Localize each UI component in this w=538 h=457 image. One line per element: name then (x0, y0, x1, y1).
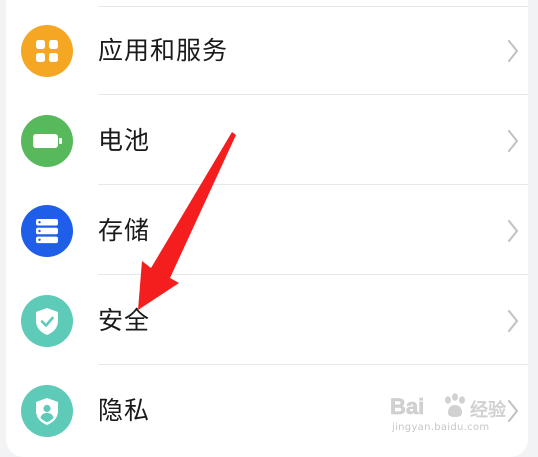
settings-item-label: 安全 (98, 306, 151, 335)
settings-item-security[interactable]: 安全 (6, 275, 528, 365)
settings-item-label: 电池 (98, 126, 151, 155)
paw-logo-icon (445, 393, 465, 417)
settings-item-label: 应用和服务 (98, 36, 229, 65)
chevron-right-icon (507, 309, 519, 333)
watermark-url: jingyan.baidu.com (392, 422, 490, 433)
chevron-right-icon (507, 219, 519, 243)
storage-icon (21, 205, 73, 257)
settings-item-storage[interactable]: 存储 (6, 185, 528, 275)
shield-check-icon (21, 295, 73, 347)
watermark-word: 经验 (470, 400, 506, 421)
settings-item-battery[interactable]: 电池 (6, 95, 528, 185)
settings-card: 应用和服务 电池 存储 安全 隐私 (6, 0, 528, 457)
privacy-shield-icon (21, 385, 73, 437)
chevron-right-icon (507, 39, 519, 63)
watermark: Bai 经验 jingyan.baidu.com (390, 392, 530, 444)
apps-grid-icon (21, 25, 73, 77)
battery-icon (21, 115, 73, 167)
chevron-right-icon (507, 129, 519, 153)
settings-item-label: 存储 (98, 216, 151, 245)
watermark-brand: Bai (390, 394, 425, 420)
settings-item-apps-services[interactable]: 应用和服务 (6, 5, 528, 95)
settings-item-label: 隐私 (98, 396, 151, 425)
